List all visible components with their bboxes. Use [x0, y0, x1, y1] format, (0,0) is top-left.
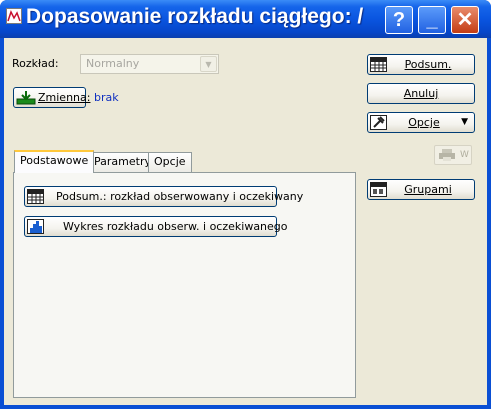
printer-icon — [438, 148, 456, 165]
cancel-button-label: Anuluj — [403, 87, 439, 100]
histogram-icon — [27, 219, 44, 234]
variable-button-label: Zmienna: — [38, 91, 91, 104]
tab-parametry[interactable]: Parametry — [88, 152, 157, 172]
summary-distribution-button[interactable]: Podsum.: rozkład obserwowany i oczekiwan… — [24, 186, 303, 207]
distribution-label: Rozkład: — [12, 57, 59, 70]
chevron-down-icon: ▼ — [200, 56, 217, 72]
hammer-icon — [370, 115, 387, 130]
by-group-button[interactable]: Grupami — [367, 179, 475, 200]
distribution-select: Normalny ▼ — [80, 54, 219, 74]
tab-podstawowe[interactable]: Podstawowe — [14, 150, 95, 173]
table-icon — [27, 189, 44, 204]
close-button[interactable]: ✕ — [451, 6, 479, 34]
cancel-button[interactable]: Anuluj — [367, 83, 475, 104]
distribution-plot-button[interactable]: Wykres rozkładu obserw. i oczekiwanego — [24, 216, 288, 237]
tab-panel-podstawowe: Podsum.: rozkład obserwowany i oczekiwan… — [13, 172, 356, 398]
print-button[interactable]: W — [434, 145, 472, 165]
table-icon — [370, 57, 387, 72]
dropdown-arrow-icon: ▼ — [461, 117, 468, 127]
window-title: Dopasowanie rozkładu ciągłego: / — [26, 5, 364, 28]
by-group-button-label: Grupami — [404, 183, 452, 196]
variable-button[interactable]: Zmienna: — [13, 87, 90, 108]
options-button-label: Opcje — [408, 116, 440, 129]
dialog-window: Dopasowanie rozkładu ciągłego: / ? _ ✕ R… — [0, 0, 491, 409]
summary-distribution-label: Podsum.: rozkład obserwowany i oczekiwan… — [56, 190, 304, 203]
summary-button[interactable]: Podsum. — [367, 54, 475, 75]
options-button[interactable]: Opcje ▼ — [367, 112, 475, 133]
app-icon — [6, 8, 22, 24]
help-button[interactable]: ? — [385, 6, 413, 34]
distribution-plot-label: Wykres rozkładu obserw. i oczekiwanego — [63, 220, 288, 233]
variable-value: brak — [94, 91, 119, 104]
dialog-body: Rozkład: Normalny ▼ Zmienna: brak Podsum… — [4, 38, 487, 405]
tab-opcje[interactable]: Opcje — [148, 152, 192, 172]
group-icon — [370, 182, 387, 197]
arrow-down-icon — [16, 90, 36, 105]
summary-button-label: Podsum. — [404, 58, 452, 71]
print-w-label: W — [460, 150, 469, 160]
minimize-button[interactable]: _ — [418, 6, 446, 34]
title-bar[interactable]: Dopasowanie rozkładu ciągłego: / ? _ ✕ — [0, 0, 491, 38]
distribution-value: Normalny — [86, 57, 140, 70]
